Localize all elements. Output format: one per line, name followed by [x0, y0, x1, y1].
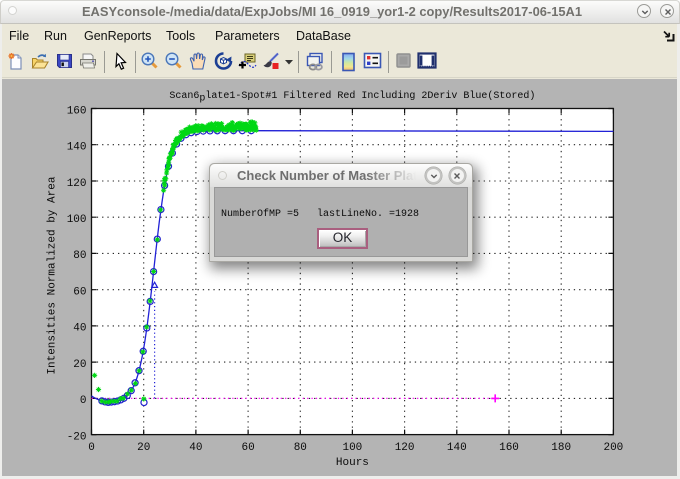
svg-text:40: 40: [189, 442, 202, 454]
svg-text:40: 40: [73, 323, 86, 335]
svg-text:160: 160: [67, 105, 87, 117]
svg-text:80: 80: [294, 442, 307, 454]
svg-text:Hours: Hours: [336, 457, 369, 469]
svg-text:20: 20: [73, 359, 86, 371]
svg-text:100: 100: [342, 442, 362, 454]
svg-text:60: 60: [241, 442, 254, 454]
svg-text:20: 20: [137, 442, 150, 454]
svg-text:160: 160: [499, 442, 519, 454]
svg-text:100: 100: [67, 214, 87, 226]
svg-text:120: 120: [67, 178, 87, 190]
svg-text:0: 0: [80, 395, 87, 407]
svg-text:200: 200: [603, 442, 623, 454]
svg-text:140: 140: [67, 142, 87, 154]
svg-text:60: 60: [73, 287, 86, 299]
svg-text:Scan6plate1-Spot#1 Filtered Re: Scan6plate1-Spot#1 Filtered Red Includin…: [169, 90, 535, 105]
svg-text:Intensities Normalized by Area: Intensities Normalized by Area: [47, 176, 59, 374]
svg-text:120: 120: [395, 442, 415, 454]
svg-text:140: 140: [447, 442, 467, 454]
svg-text:80: 80: [73, 250, 86, 262]
svg-text:0: 0: [88, 442, 95, 454]
svg-text:180: 180: [551, 442, 571, 454]
svg-text:-20: -20: [67, 431, 87, 443]
